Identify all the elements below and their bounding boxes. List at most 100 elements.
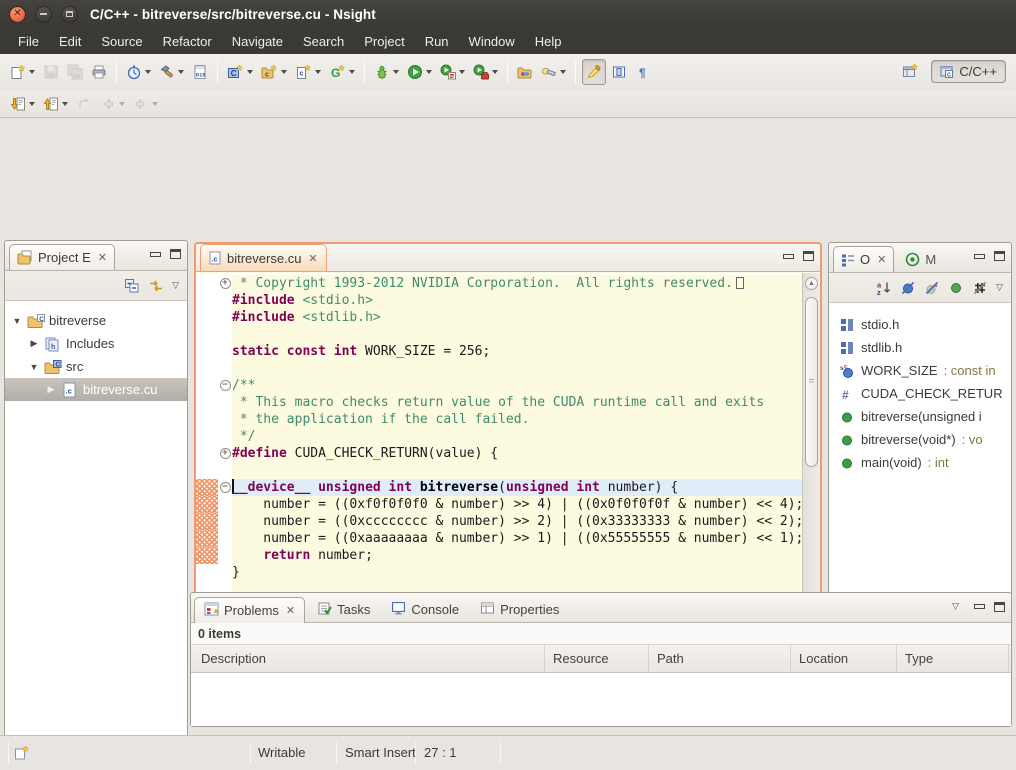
code-line[interactable]: }	[196, 564, 802, 581]
minimize-view-button[interactable]	[150, 252, 161, 257]
expand-arrow-icon[interactable]: ▶	[28, 338, 40, 349]
vertical-scrollbar-thumb[interactable]	[805, 297, 818, 467]
tree-item-src[interactable]: ▼Csrc	[5, 355, 187, 378]
scroll-up-arrow[interactable]: ▲	[805, 277, 818, 290]
code-text[interactable]	[232, 326, 802, 343]
next-annotation-button[interactable]	[7, 91, 38, 117]
previous-annotation-button[interactable]	[40, 91, 71, 117]
last-edit-location-button[interactable]	[73, 91, 95, 117]
sort-button[interactable]: az	[876, 280, 892, 296]
save-button[interactable]	[40, 59, 62, 85]
maximize-editor-button[interactable]	[803, 251, 814, 261]
link-with-editor-button[interactable]	[148, 278, 164, 294]
collapse-fold-icon[interactable]: −	[220, 482, 231, 493]
code-line[interactable]: #include <stdlib.h>	[196, 309, 802, 326]
print-button[interactable]	[88, 59, 110, 85]
tab-problems[interactable]: Problems✕	[194, 597, 305, 623]
column-header-description[interactable]: Description	[193, 645, 545, 672]
new-c-source-folder-button[interactable]: c	[258, 59, 290, 85]
close-icon[interactable]: ✕	[98, 251, 107, 264]
code-text[interactable]	[232, 360, 802, 377]
hide-fields-button[interactable]	[900, 280, 916, 296]
code-line[interactable]: return number;	[196, 547, 802, 564]
tab-outline[interactable]: O ✕	[833, 246, 894, 272]
code-text[interactable]: * Copyright 1993-2012 NVIDIA Corporation…	[232, 275, 802, 292]
open-perspective-button[interactable]	[899, 58, 922, 84]
tab-console[interactable]: Console	[382, 597, 468, 623]
column-header-type[interactable]: Type	[897, 645, 1009, 672]
code-line[interactable]: −/**	[196, 377, 802, 394]
menu-run[interactable]: Run	[415, 30, 459, 53]
code-text[interactable]: __device__ unsigned int bitreverse(unsig…	[232, 479, 802, 496]
open-element-button[interactable]	[514, 59, 536, 85]
code-line[interactable]: number = ((0xf0f0f0f0 & number) >> 4) | …	[196, 496, 802, 513]
outline-item-bitreverse-unsigned-i[interactable]: bitreverse(unsigned i	[829, 405, 1011, 428]
expand-fold-icon[interactable]: +	[220, 278, 231, 289]
code-text[interactable]: #include <stdio.h>	[232, 292, 802, 309]
outline-item-main-void-[interactable]: main(void) : int	[829, 451, 1011, 474]
maximize-view-button[interactable]	[994, 602, 1005, 612]
tab-make-target[interactable]: M	[898, 246, 943, 272]
code-line[interactable]: number = ((0xcccccccc & number) >> 2) | …	[196, 513, 802, 530]
collapse-fold-icon[interactable]: −	[220, 380, 231, 391]
code-line[interactable]: number = ((0xaaaaaaaa & number) >> 1) | …	[196, 530, 802, 547]
column-header-resource[interactable]: Resource	[545, 645, 649, 672]
tree-item-bitreverse-cu[interactable]: ▶.cbitreverse.cu	[5, 378, 187, 401]
view-menu-button[interactable]: ▽	[996, 282, 1003, 293]
menu-search[interactable]: Search	[293, 30, 354, 53]
window-close-button[interactable]: ✕	[9, 6, 26, 23]
outline-item-cuda_check_retur[interactable]: #CUDA_CHECK_RETUR	[829, 382, 1011, 405]
code-text[interactable]: static const int WORK_SIZE = 256;	[232, 343, 802, 360]
run-button[interactable]	[404, 59, 435, 85]
expand-arrow-icon[interactable]: ▶	[45, 384, 57, 395]
code-line[interactable]: #include <stdio.h>	[196, 292, 802, 309]
window-minimize-button[interactable]	[35, 6, 52, 23]
build-binary-button[interactable]: 010	[189, 59, 211, 85]
code-line[interactable]: −__device__ unsigned int bitreverse(unsi…	[196, 479, 802, 496]
tab-tasks[interactable]: Tasks	[308, 597, 379, 623]
code-text[interactable]: number = ((0xf0f0f0f0 & number) >> 4) | …	[232, 496, 802, 513]
hide-static-members-button[interactable]: s	[924, 280, 940, 296]
code-line[interactable]: +#define CUDA_CHECK_RETURN(value) {	[196, 445, 802, 462]
view-menu-button[interactable]: ▽	[952, 601, 959, 612]
code-text[interactable]: number = ((0xcccccccc & number) >> 2) | …	[232, 513, 802, 530]
code-text[interactable]: */	[232, 428, 802, 445]
minimize-view-button[interactable]	[974, 254, 985, 259]
code-line[interactable]: */	[196, 428, 802, 445]
search-button[interactable]	[538, 59, 569, 85]
maximize-view-button[interactable]	[170, 249, 181, 259]
code-text[interactable]: /**	[232, 377, 802, 394]
new-c-source-file-button[interactable]: c	[292, 59, 324, 85]
run-history-button[interactable]	[437, 59, 468, 85]
outline-item-stdio-h[interactable]: stdio.h	[829, 313, 1011, 336]
code-line[interactable]: static const int WORK_SIZE = 256;	[196, 343, 802, 360]
column-header-path[interactable]: Path	[649, 645, 791, 672]
code-line[interactable]: * the application if the call failed.	[196, 411, 802, 428]
tree-item-bitreverse[interactable]: ▼Cbitreverse	[5, 309, 187, 332]
tab-project-explorer[interactable]: Project E ✕	[9, 244, 115, 270]
minimize-view-button[interactable]	[974, 604, 985, 609]
menu-window[interactable]: Window	[459, 30, 525, 53]
save-all-button[interactable]	[64, 59, 86, 85]
profile-button[interactable]	[123, 59, 154, 85]
code-line[interactable]: * This macro checks return value of the …	[196, 394, 802, 411]
view-menu-button[interactable]: ▽	[172, 280, 179, 291]
menu-refactor[interactable]: Refactor	[153, 30, 222, 53]
code-line[interactable]	[196, 326, 802, 343]
outline-item-bitreverse-void-[interactable]: bitreverse(void*) : vo	[829, 428, 1011, 451]
collapse-arrow-icon[interactable]: ▼	[28, 362, 40, 372]
mark-occurrences-toggle[interactable]	[582, 59, 606, 85]
code-text[interactable]: return number;	[232, 547, 802, 564]
tab-properties[interactable]: Properties	[471, 597, 568, 623]
menu-help[interactable]: Help	[525, 30, 572, 53]
fast-view-icon[interactable]	[14, 745, 30, 761]
maximize-view-button[interactable]	[994, 251, 1005, 261]
new-class-button[interactable]: G	[326, 59, 358, 85]
code-text[interactable]	[232, 462, 802, 479]
code-text[interactable]: #define CUDA_CHECK_RETURN(value) {	[232, 445, 802, 462]
outline-item-stdlib-h[interactable]: stdlib.h	[829, 336, 1011, 359]
code-text[interactable]: * the application if the call failed.	[232, 411, 802, 428]
problems-table-body[interactable]	[191, 673, 1011, 726]
cpp-perspective-button[interactable]: C C/C++	[931, 60, 1006, 83]
hide-non-public-members-button[interactable]	[948, 280, 964, 296]
